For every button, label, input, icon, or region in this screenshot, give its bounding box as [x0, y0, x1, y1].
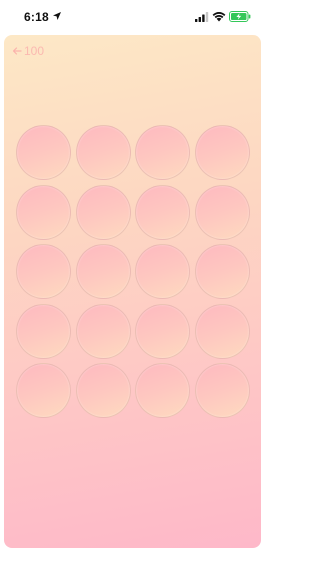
- back-button[interactable]: 100: [12, 43, 44, 59]
- location-arrow-icon: [53, 12, 61, 20]
- circle-button-r3-c1[interactable]: [16, 244, 71, 299]
- circle-button-r5-c2[interactable]: [75, 363, 131, 418]
- back-button-label: 100: [24, 44, 45, 58]
- circle-button-r4-c2[interactable]: [75, 303, 131, 359]
- circle-button-r2-c1[interactable]: [16, 184, 71, 240]
- circle-button-r3-c3[interactable]: [135, 244, 190, 299]
- circle-button-r5-c1[interactable]: [16, 363, 71, 418]
- circle-button-r2-c3[interactable]: [135, 184, 190, 240]
- wifi-icon: [212, 12, 226, 22]
- circle-button-r5-c4[interactable]: [194, 363, 250, 418]
- circle-button-r3-c4[interactable]: [194, 244, 250, 299]
- cellular-signal-icon: [195, 12, 209, 22]
- battery-charging-icon: [229, 11, 251, 22]
- circle-button-r4-c1[interactable]: [16, 303, 71, 359]
- circle-button-r2-c2[interactable]: [75, 184, 131, 240]
- circle-button-r3-c2[interactable]: [75, 244, 131, 299]
- circle-button-r1-c1[interactable]: [16, 125, 71, 180]
- circle-button-r1-c3[interactable]: [135, 125, 190, 180]
- game-card: 100: [4, 35, 261, 548]
- circle-button-r2-c4[interactable]: [194, 184, 250, 240]
- circle-button-r4-c4[interactable]: [194, 303, 250, 359]
- status-bar: 6:18: [0, 0, 265, 34]
- circle-button-r1-c4[interactable]: [194, 125, 250, 180]
- circle-grid: [16, 125, 250, 418]
- status-time: 6:18: [24, 10, 49, 24]
- phone-screen: 6:18 100: [0, 0, 265, 574]
- circle-button-r4-c3[interactable]: [135, 303, 190, 359]
- circle-button-r5-c3[interactable]: [135, 363, 190, 418]
- left-arrow-icon: [12, 47, 22, 55]
- circle-button-r1-c2[interactable]: [75, 125, 131, 180]
